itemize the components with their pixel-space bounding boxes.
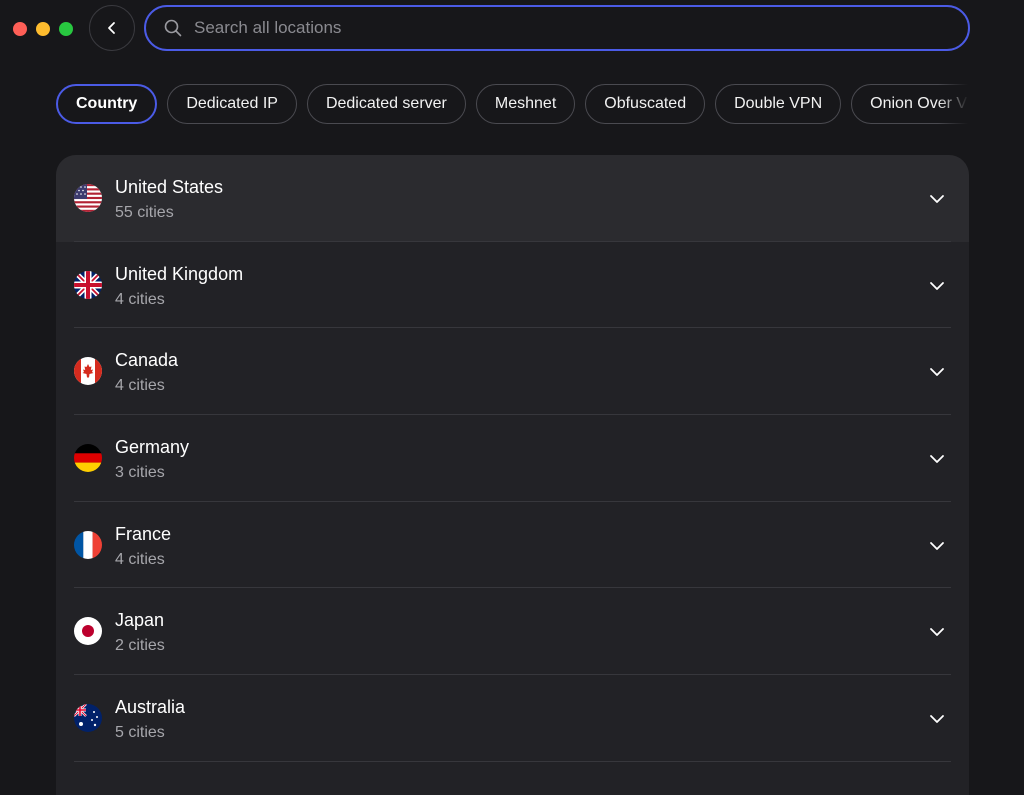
chip-dedicated-ip[interactable]: Dedicated IP — [167, 84, 297, 124]
city-count: 3 cities — [115, 464, 165, 482]
country-name: United States — [115, 177, 224, 197]
country-row-germany[interactable]: Germany 3 cities — [56, 415, 969, 502]
back-button[interactable] — [89, 5, 135, 51]
chip-meshnet[interactable]: Meshnet — [475, 84, 576, 124]
country-row-canada[interactable]: Canada 4 cities — [56, 328, 969, 416]
row-divider — [74, 760, 951, 762]
australia-flag-icon — [74, 704, 102, 733]
city-count: 55 cities — [115, 204, 174, 221]
chevron-down-icon[interactable] — [929, 191, 945, 207]
search-icon — [164, 19, 182, 37]
france-flag-icon — [74, 530, 102, 559]
search-field[interactable] — [144, 5, 970, 51]
chevron-down-icon[interactable] — [929, 624, 945, 640]
search-input[interactable] — [192, 17, 896, 39]
country-name: Japan — [115, 610, 165, 631]
canada-flag-icon — [74, 357, 102, 386]
country-row-japan[interactable]: Japan 2 cities — [56, 588, 969, 676]
japan-flag-icon — [74, 617, 102, 646]
chevron-down-icon[interactable] — [929, 538, 945, 554]
window-minimize-button[interactable] — [36, 22, 50, 36]
city-count: 2 cities — [115, 637, 165, 655]
city-count: 4 cities — [115, 377, 165, 395]
filter-chips: Country Dedicated IP Dedicated server Me… — [56, 84, 968, 124]
country-row-united-kingdom[interactable]: United Kingdom 4 cities — [56, 242, 969, 329]
city-count: 4 cities — [115, 550, 165, 568]
chevron-left-icon — [108, 22, 115, 34]
country-name: Canada — [115, 350, 179, 371]
country-row-france[interactable]: France 4 cities — [56, 502, 969, 589]
chip-onion-over-vpn[interactable]: Onion Over VPN — [851, 84, 968, 124]
chevron-down-icon[interactable] — [929, 364, 945, 380]
country-name: United Kingdom — [115, 263, 244, 284]
chip-double-vpn[interactable]: Double VPN — [715, 84, 842, 124]
country-name: Australia — [115, 697, 186, 718]
chevron-down-icon[interactable] — [929, 278, 945, 294]
city-count: 5 cities — [115, 724, 165, 742]
city-count: 4 cities — [115, 290, 165, 308]
country-list: United States 55 cities United Kingdom 4… — [56, 155, 969, 795]
chevron-down-icon[interactable] — [929, 451, 945, 467]
chip-country[interactable]: Country — [56, 84, 158, 124]
country-name: Germany — [115, 437, 190, 458]
chip-obfuscated[interactable]: Obfuscated — [585, 84, 706, 124]
country-row-united-states[interactable]: United States 55 cities — [56, 155, 969, 242]
window-maximize-button[interactable] — [59, 22, 73, 36]
germany-flag-icon — [74, 444, 102, 473]
chevron-down-icon[interactable] — [929, 711, 945, 727]
window-close-button[interactable] — [13, 22, 27, 36]
country-name: France — [115, 523, 172, 544]
chip-dedicated-server[interactable]: Dedicated server — [306, 84, 466, 124]
us-flag-icon — [74, 184, 102, 212]
country-row-australia[interactable]: Australia 5 cities — [56, 675, 969, 762]
uk-flag-icon — [74, 270, 102, 299]
